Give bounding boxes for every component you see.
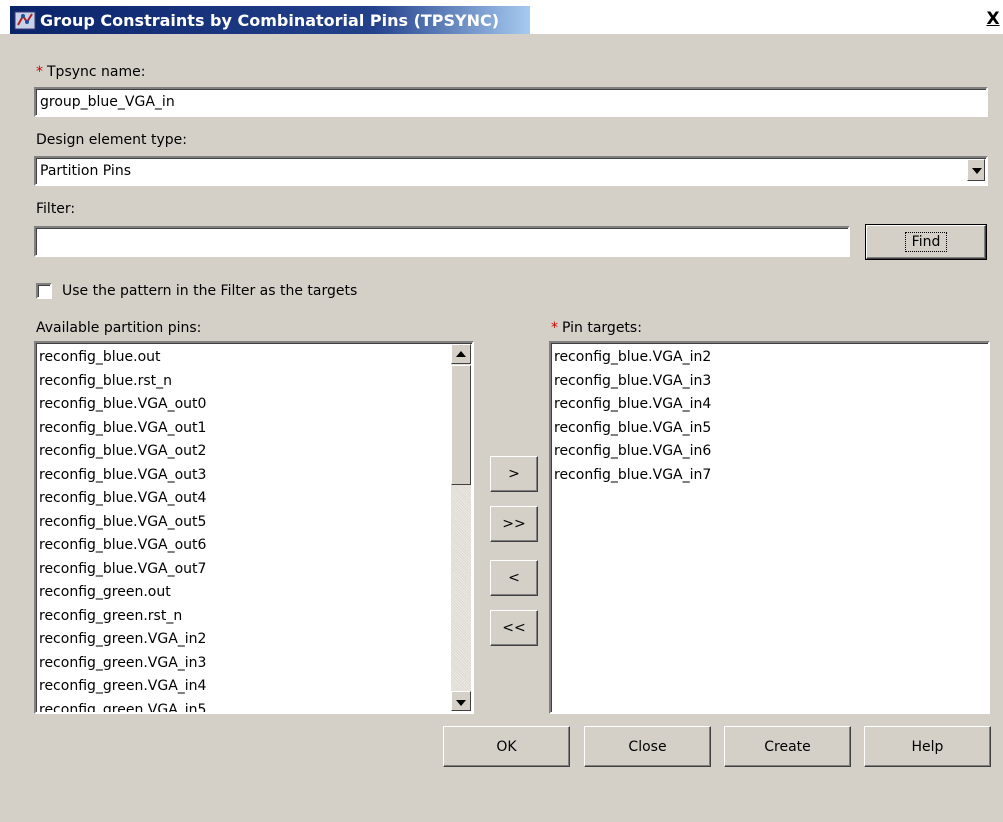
- add-selected-button[interactable]: >: [490, 456, 538, 492]
- chevron-down-icon: [972, 168, 982, 174]
- design-element-type-label: Design element type:: [36, 132, 187, 148]
- list-item[interactable]: reconfig_blue.VGA_out6: [39, 534, 452, 558]
- tpsync-dialog: Group Constraints by Combinatorial Pins …: [0, 0, 1003, 822]
- chevron-up-icon: [456, 351, 466, 357]
- list-item[interactable]: reconfig_blue.VGA_out7: [39, 558, 452, 582]
- pin-targets-items: reconfig_blue.VGA_in2 reconfig_blue.VGA_i…: [554, 346, 984, 487]
- filter-input[interactable]: [34, 226, 850, 257]
- list-item[interactable]: reconfig_blue.VGA_out0: [39, 393, 452, 417]
- list-item[interactable]: reconfig_blue.VGA_in4: [554, 393, 984, 417]
- use-pattern-checkbox[interactable]: [36, 283, 52, 299]
- add-all-button[interactable]: >>: [490, 506, 538, 542]
- list-item[interactable]: reconfig_green.VGA_in5: [39, 699, 452, 713]
- design-element-type-select[interactable]: Partition Pins: [34, 156, 988, 186]
- close-button[interactable]: Close: [584, 726, 711, 767]
- tpsync-name-label: * Tpsync name:: [36, 64, 145, 80]
- pin-targets-label: * Pin targets:: [551, 320, 642, 336]
- close-icon[interactable]: X: [984, 8, 1002, 30]
- list-item[interactable]: reconfig_blue.out: [39, 346, 452, 370]
- scroll-thumb[interactable]: [451, 365, 471, 485]
- ok-button[interactable]: OK: [443, 726, 570, 767]
- list-item[interactable]: reconfig_blue.VGA_in5: [554, 417, 984, 441]
- list-item[interactable]: reconfig_blue.VGA_out1: [39, 417, 452, 441]
- list-item[interactable]: reconfig_green.VGA_in2: [39, 628, 452, 652]
- available-pins-list[interactable]: reconfig_blue.out reconfig_blue.rst_n reco…: [34, 341, 474, 714]
- pin-targets-list[interactable]: reconfig_blue.VGA_in2 reconfig_blue.VGA_i…: [549, 341, 990, 714]
- filter-label: Filter:: [36, 201, 76, 217]
- list-item[interactable]: reconfig_green.VGA_in4: [39, 675, 452, 699]
- list-item[interactable]: reconfig_blue.VGA_in6: [554, 440, 984, 464]
- list-item[interactable]: reconfig_blue.VGA_out4: [39, 487, 452, 511]
- required-marker: *: [36, 64, 43, 80]
- create-button[interactable]: Create: [724, 726, 851, 767]
- list-item[interactable]: reconfig_green.out: [39, 581, 452, 605]
- list-item[interactable]: reconfig_blue.VGA_in7: [554, 464, 984, 488]
- design-element-type-value: Partition Pins: [40, 163, 131, 179]
- list-item[interactable]: reconfig_blue.VGA_out5: [39, 511, 452, 535]
- tpsync-name-value: group_blue_VGA_in: [40, 94, 175, 110]
- tpsync-name-label-text: Tpsync name:: [47, 64, 146, 80]
- find-button[interactable]: Find: [865, 224, 987, 260]
- help-button[interactable]: Help: [864, 726, 991, 767]
- title-bar: Group Constraints by Combinatorial Pins …: [0, 0, 1003, 34]
- find-button-label: Find: [904, 232, 948, 252]
- scroll-up-button[interactable]: [451, 344, 471, 364]
- window-title: Group Constraints by Combinatorial Pins …: [40, 11, 500, 30]
- required-marker: *: [551, 320, 558, 336]
- chevron-down-icon: [456, 700, 466, 706]
- scroll-down-button[interactable]: [451, 691, 471, 711]
- list-item[interactable]: reconfig_blue.VGA_in2: [554, 346, 984, 370]
- remove-selected-button[interactable]: <: [490, 560, 538, 596]
- available-pins-label: Available partition pins:: [36, 320, 202, 336]
- dropdown-button[interactable]: [967, 159, 985, 181]
- list-item[interactable]: reconfig_blue.VGA_in3: [554, 370, 984, 394]
- available-pins-items: reconfig_blue.out reconfig_blue.rst_n reco…: [39, 346, 452, 713]
- app-icon: [14, 9, 36, 31]
- list-item[interactable]: reconfig_green.rst_n: [39, 605, 452, 629]
- list-item[interactable]: reconfig_blue.VGA_out3: [39, 464, 452, 488]
- available-pins-scrollbar[interactable]: [451, 344, 471, 711]
- list-item[interactable]: reconfig_green.VGA_in3: [39, 652, 452, 676]
- use-pattern-label: Use the pattern in the Filter as the tar…: [62, 283, 358, 299]
- remove-all-button[interactable]: <<: [490, 610, 538, 646]
- pin-targets-label-text: Pin targets:: [562, 320, 642, 336]
- tpsync-name-input[interactable]: group_blue_VGA_in: [34, 87, 988, 117]
- list-item[interactable]: reconfig_blue.VGA_out2: [39, 440, 452, 464]
- list-item[interactable]: reconfig_blue.rst_n: [39, 370, 452, 394]
